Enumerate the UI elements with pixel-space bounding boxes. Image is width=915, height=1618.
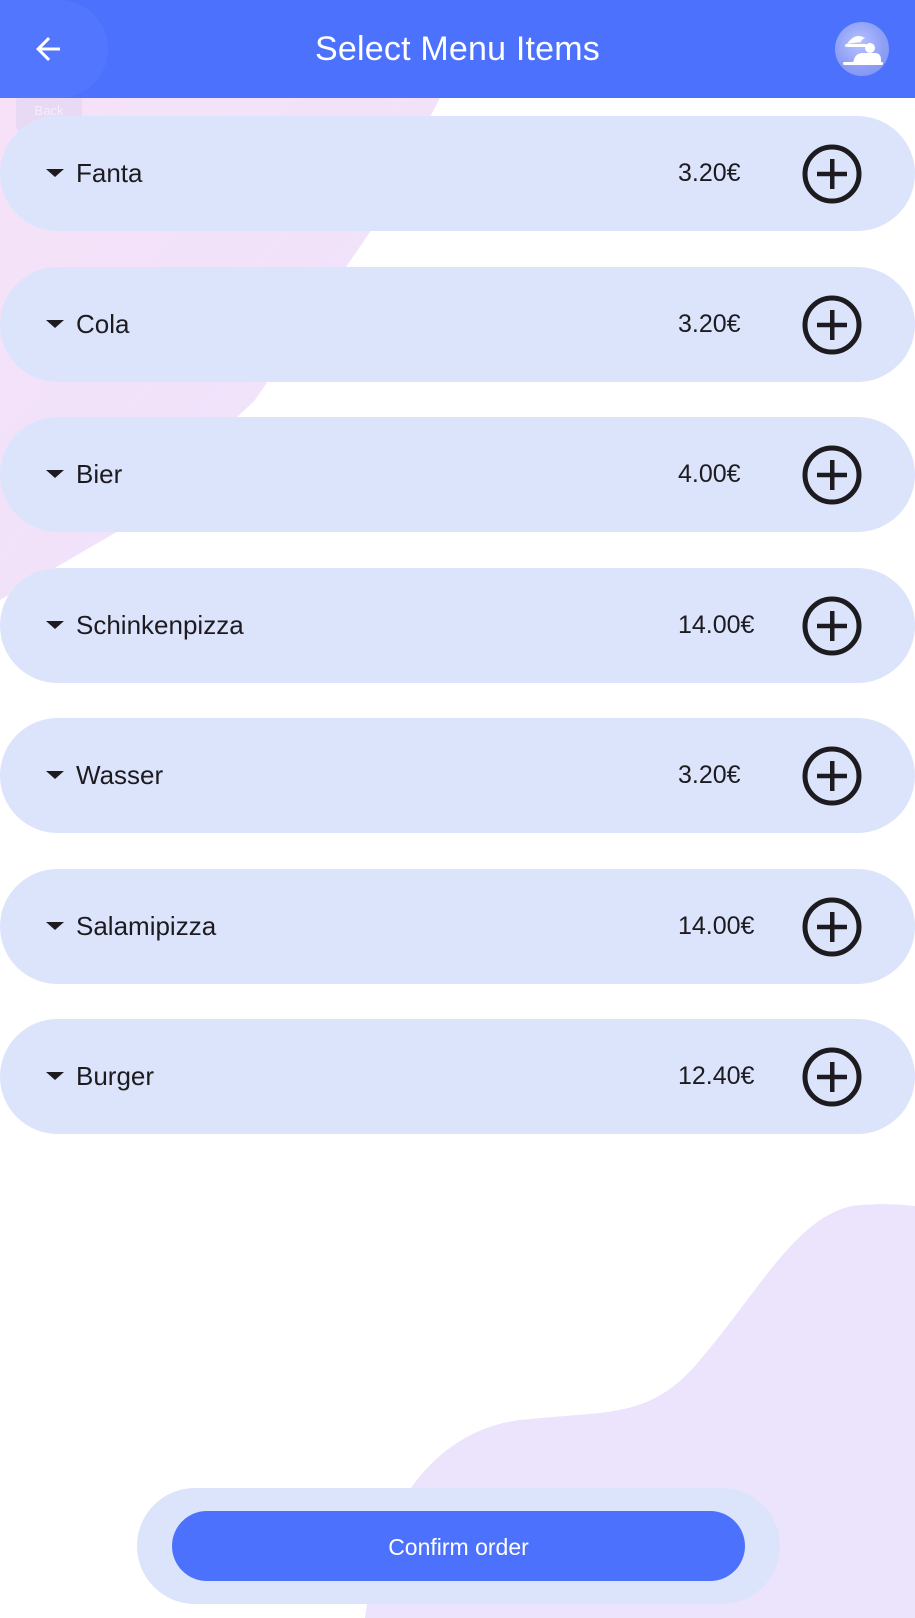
caret-down-icon[interactable] bbox=[46, 317, 64, 331]
add-circle-icon[interactable] bbox=[800, 1045, 864, 1109]
menu-item[interactable]: Burger 12.40€ bbox=[0, 1019, 915, 1134]
caret-down-icon[interactable] bbox=[46, 467, 64, 481]
menu-item[interactable]: Schinkenpizza 14.00€ bbox=[0, 567, 915, 683]
item-price: 3.20€ bbox=[678, 761, 741, 789]
add-circle-icon[interactable] bbox=[800, 744, 864, 808]
caret-down-icon[interactable] bbox=[46, 919, 64, 933]
item-price: 14.00€ bbox=[678, 610, 755, 639]
menu-item[interactable]: Wasser 3.20€ bbox=[0, 718, 915, 833]
item-name: Salamipizza bbox=[76, 910, 217, 941]
item-price: 14.00€ bbox=[678, 911, 755, 940]
item-price: 12.40€ bbox=[678, 1062, 755, 1090]
add-circle-icon[interactable] bbox=[800, 443, 864, 507]
confirm-order-container: Confirm order bbox=[137, 1488, 780, 1604]
item-name: Wasser bbox=[76, 760, 164, 790]
add-circle-icon[interactable] bbox=[800, 293, 864, 357]
confirm-order-button[interactable]: Confirm order bbox=[172, 1511, 745, 1581]
item-name: Schinkenpizza bbox=[76, 609, 244, 640]
menu-item[interactable]: Salamipizza 14.00€ bbox=[0, 868, 915, 984]
add-circle-icon[interactable] bbox=[800, 594, 864, 658]
page-title: Select Menu Items bbox=[315, 30, 600, 68]
caret-down-icon[interactable] bbox=[46, 1069, 64, 1083]
caret-down-icon[interactable] bbox=[46, 768, 64, 782]
menu-item[interactable]: Cola 3.20€ bbox=[0, 266, 915, 382]
menu-item[interactable]: Bier 4.00€ bbox=[0, 417, 915, 532]
item-price: 4.00€ bbox=[678, 460, 741, 488]
item-name: Burger bbox=[76, 1061, 155, 1091]
add-circle-icon[interactable] bbox=[800, 895, 864, 959]
app-bar: Select Menu Items bbox=[0, 0, 915, 98]
caret-down-icon[interactable] bbox=[46, 618, 64, 632]
item-name: Fanta bbox=[76, 158, 143, 188]
item-name: Bier bbox=[76, 459, 123, 489]
waiter-icon bbox=[843, 36, 883, 65]
waiter-avatar-icon[interactable] bbox=[835, 22, 889, 76]
item-price: 3.20€ bbox=[678, 309, 741, 338]
menu-list: Fanta 3.20€ Cola 3.20€ Bier 4.00€ Schink… bbox=[0, 116, 915, 1170]
menu-item[interactable]: Fanta 3.20€ bbox=[0, 116, 915, 231]
item-price: 3.20€ bbox=[678, 159, 741, 187]
add-circle-icon[interactable] bbox=[800, 142, 864, 206]
item-name: Cola bbox=[76, 308, 130, 339]
caret-down-icon[interactable] bbox=[46, 166, 64, 180]
